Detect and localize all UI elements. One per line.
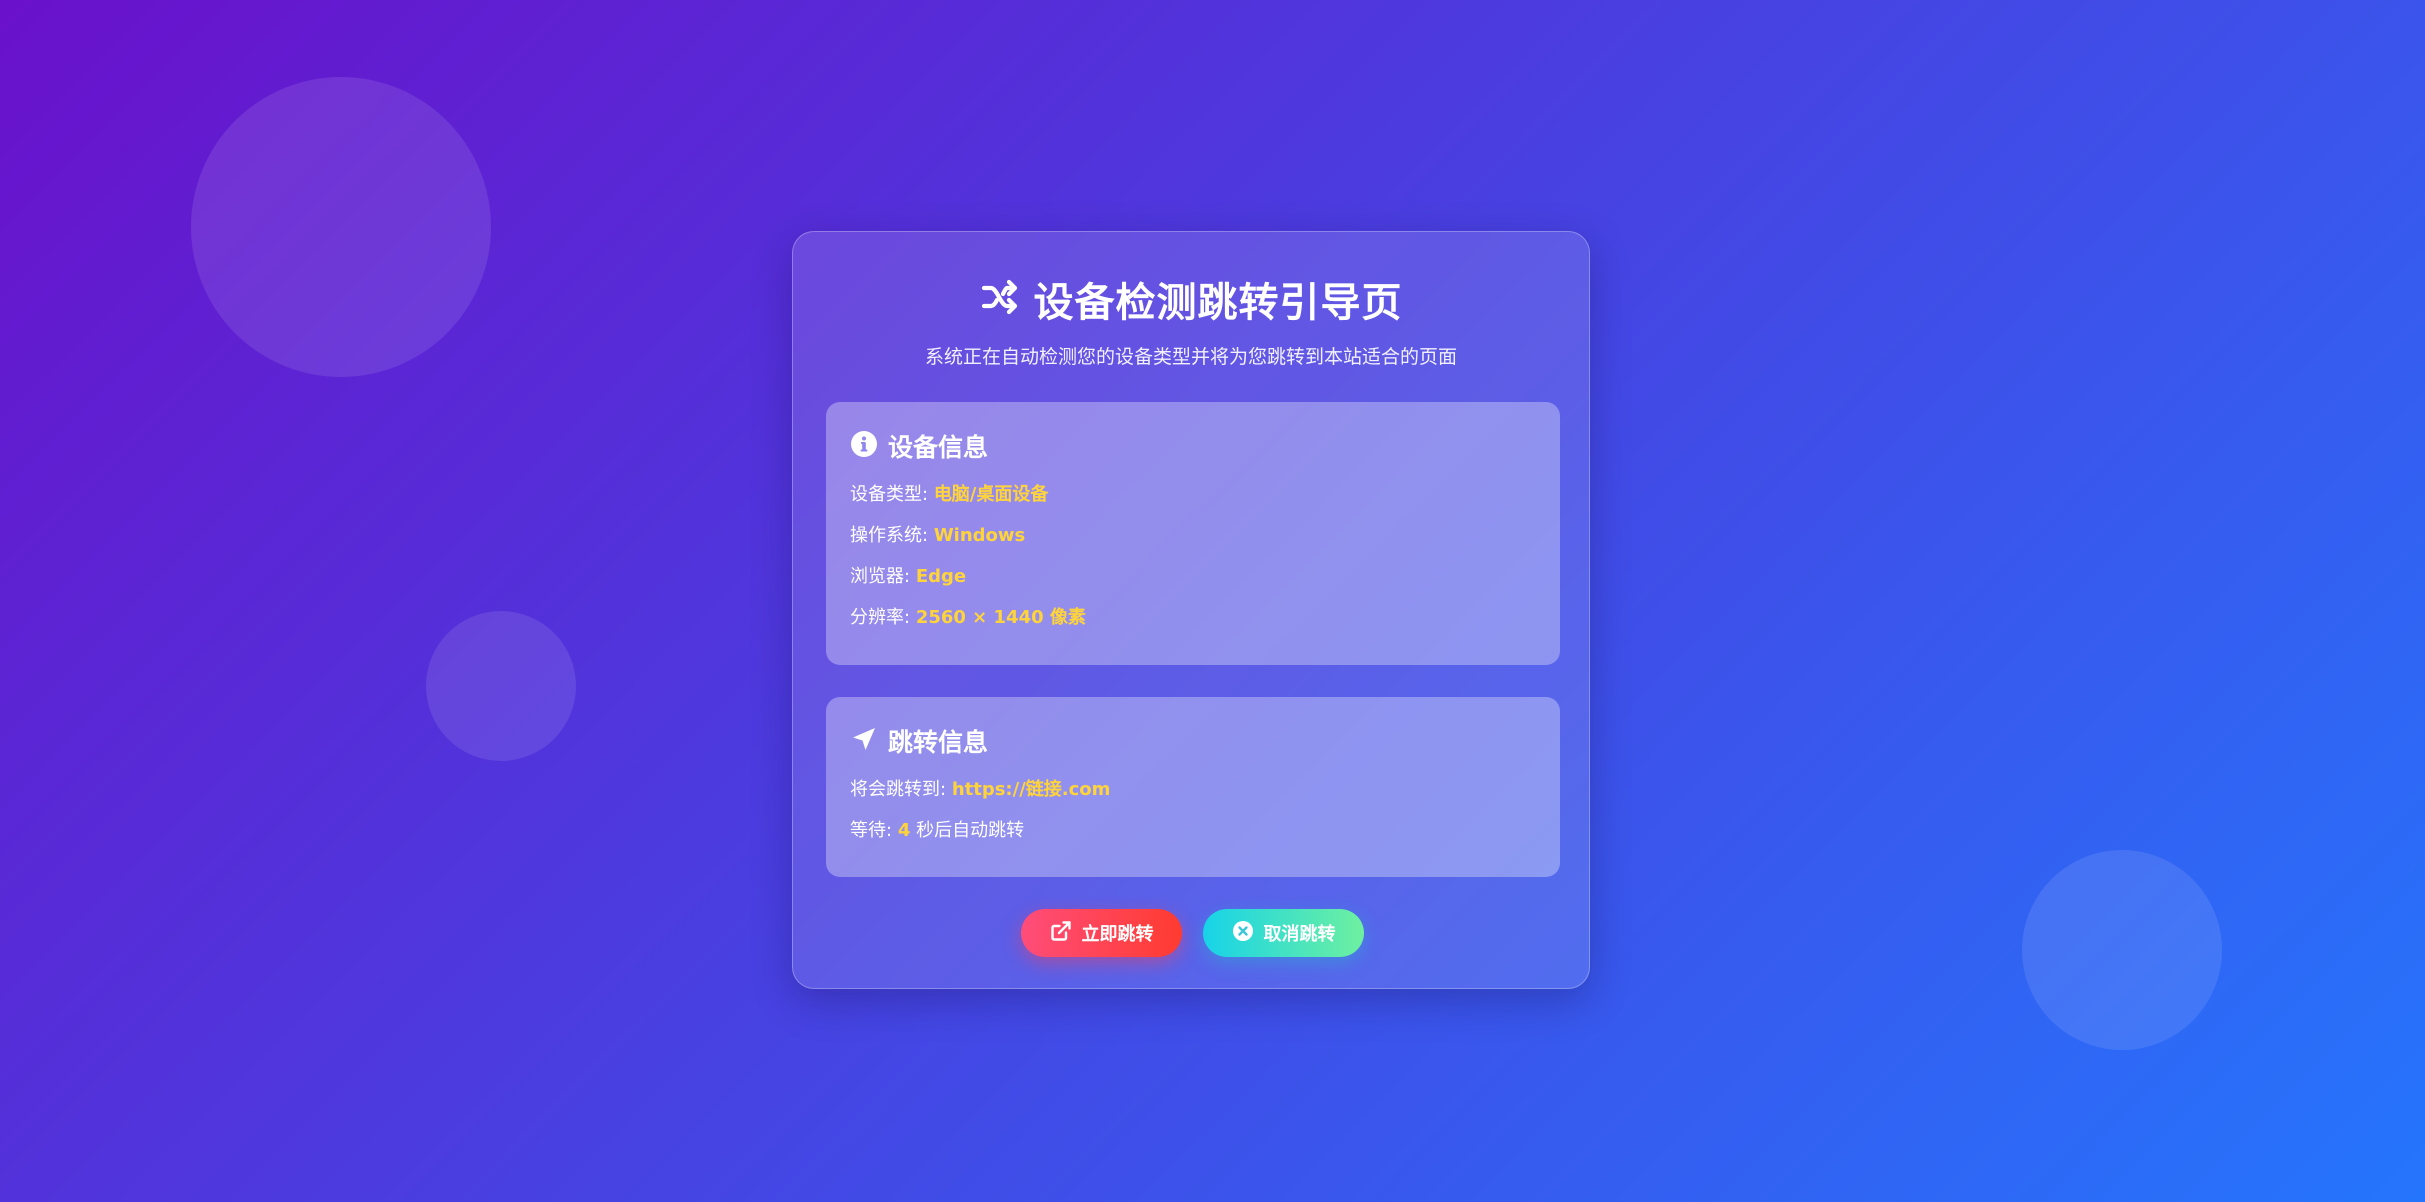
browser-label: 浏览器: xyxy=(850,566,911,587)
info-circle-icon xyxy=(850,430,878,462)
device-type-row: 设备类型: 电脑/桌面设备 xyxy=(850,480,1048,506)
os-label: 操作系统: xyxy=(850,525,929,546)
paper-plane-icon xyxy=(850,725,878,757)
decorative-circle xyxy=(426,611,576,761)
redirect-info-panel: 跳转信息 将会跳转到: https://链接.com 等待: 4 秒后自动跳转 xyxy=(826,697,1560,877)
page-subtitle: 系统正在自动检测您的设备类型并将为您跳转到本站适合的页面 xyxy=(924,346,1457,368)
redirect-info-header: 跳转信息 xyxy=(850,723,988,759)
os-value: Windows xyxy=(933,525,1026,546)
cancel-redirect-button[interactable]: 取消跳转 xyxy=(1203,909,1364,957)
browser-value: Edge xyxy=(915,566,967,587)
redirect-target-label: 将会跳转到: xyxy=(850,779,947,800)
device-type-label: 设备类型: xyxy=(850,484,929,505)
decorative-circle xyxy=(191,77,491,377)
shuffle-icon xyxy=(980,277,1020,321)
browser-row: 浏览器: Edge xyxy=(850,562,966,588)
wait-suffix: 秒后自动跳转 xyxy=(916,820,1025,841)
resolution-value: 2560 × 1440 像素 xyxy=(915,607,1086,628)
page-header: 设备检测跳转引导页 xyxy=(793,270,1589,328)
wait-label: 等待: xyxy=(850,820,893,841)
device-info-panel: 设备信息 设备类型: 电脑/桌面设备 操作系统: Windows 浏览器: Ed… xyxy=(826,402,1560,665)
device-info-title: 设备信息 xyxy=(888,433,989,462)
device-type-value: 电脑/桌面设备 xyxy=(933,484,1049,505)
resolution-row: 分辨率: 2560 × 1440 像素 xyxy=(850,603,1086,629)
redirect-target-url[interactable]: https://链接.com xyxy=(952,779,1111,800)
close-circle-icon xyxy=(1232,920,1254,947)
device-info-header: 设备信息 xyxy=(850,428,988,464)
page-title: 设备检测跳转引导页 xyxy=(1033,280,1403,326)
countdown-seconds: 4 xyxy=(897,820,911,841)
redirect-card: 设备检测跳转引导页 系统正在自动检测您的设备类型并将为您跳转到本站适合的页面 设… xyxy=(792,231,1590,989)
redirect-target-row: 将会跳转到: https://链接.com xyxy=(850,775,1110,801)
external-link-icon xyxy=(1050,920,1072,947)
resolution-label: 分辨率: xyxy=(850,607,911,628)
wait-row: 等待: 4 秒后自动跳转 xyxy=(850,816,1024,842)
redirect-info-title: 跳转信息 xyxy=(888,728,989,757)
cancel-redirect-label: 取消跳转 xyxy=(1263,924,1336,945)
os-row: 操作系统: Windows xyxy=(850,521,1025,547)
redirect-now-button[interactable]: 立即跳转 xyxy=(1021,909,1182,957)
redirect-now-label: 立即跳转 xyxy=(1081,924,1154,945)
decorative-circle xyxy=(2022,850,2222,1050)
